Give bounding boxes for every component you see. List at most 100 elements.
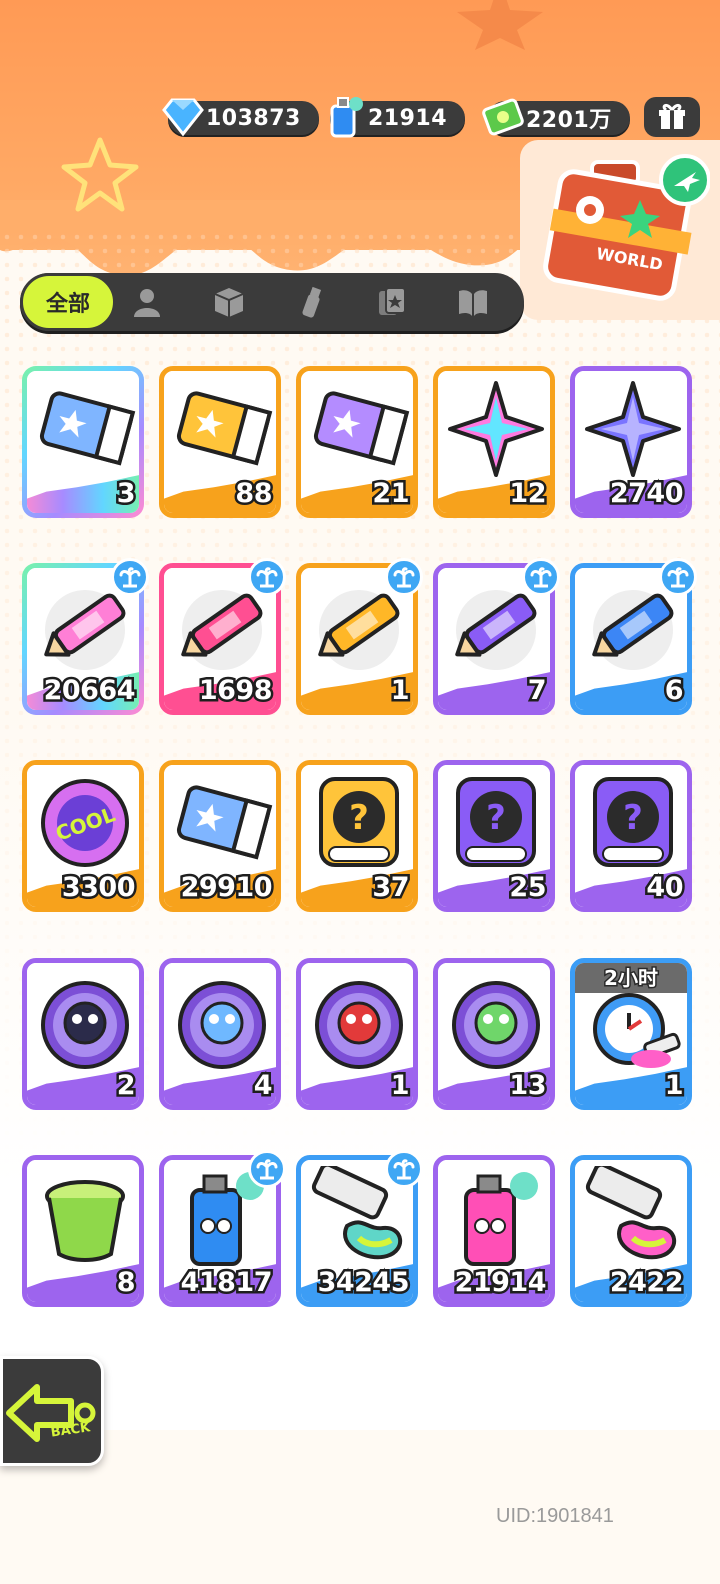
item-count: 1	[388, 1068, 412, 1104]
item-card-rainbow-crayon[interactable]: 20664	[22, 558, 149, 715]
item-card-cool-badge[interactable]: COOL 3300	[22, 760, 144, 912]
item-count: 37	[370, 870, 412, 906]
item-card-purple-star[interactable]: 2740	[570, 366, 692, 518]
star-decoration-icon	[457, 0, 543, 50]
green-jelly-cup-icon	[45, 1180, 125, 1262]
item-card-paint-tube-blue[interactable]: 34245	[296, 1150, 423, 1307]
cards-icon[interactable]	[375, 285, 409, 319]
travel-box-button[interactable]: WORLD	[520, 140, 720, 320]
item-card-gold-deity-mystery-card[interactable]: ? 37	[296, 760, 418, 912]
item-card-purple-deity-mystery-card[interactable]: ? 25	[433, 760, 555, 912]
item-timer: 2小时	[575, 963, 687, 993]
item-count: 1698	[196, 673, 275, 709]
rainbow-deity-ticket-icon	[39, 391, 136, 466]
star-doodle-icon	[61, 137, 139, 212]
back-button[interactable]: BACK	[0, 1356, 104, 1466]
purple-star-icon	[585, 381, 681, 477]
user-id-label: UID:1901841	[496, 1505, 614, 1527]
gift-box-button[interactable]	[644, 97, 700, 137]
piranha-pet-orb-icon	[315, 981, 403, 1069]
category-filter-bar: 全部	[20, 273, 524, 331]
item-count: 2422	[607, 1265, 686, 1301]
palm-tree-badge-icon	[659, 558, 697, 596]
item-card-travel-mystery-card[interactable]: ? 40	[570, 760, 692, 912]
cat-pet-orb-icon	[41, 981, 129, 1069]
world-suitcase-icon: WORLD	[543, 154, 710, 301]
paint-tube-rainbow-icon	[585, 1166, 677, 1260]
palm-tree-badge-icon	[111, 558, 149, 596]
item-card-season-ticket[interactable]: 29910	[159, 760, 281, 912]
item-card-yellow-crayon[interactable]: 1	[296, 558, 423, 715]
item-count: 88	[233, 476, 275, 512]
item-card-sprout-pet-orb[interactable]: 13	[433, 958, 555, 1110]
svg-text:?: ?	[623, 798, 643, 838]
svg-text:?: ?	[349, 798, 369, 838]
currency-gems[interactable]: 103873	[162, 98, 319, 137]
palm-tree-badge-icon	[385, 1150, 423, 1188]
cash-icon	[482, 98, 524, 136]
item-count: 4	[251, 1068, 275, 1104]
svg-text:?: ?	[486, 798, 506, 838]
person-icon[interactable]	[130, 285, 164, 319]
item-count: 3300	[59, 870, 138, 906]
item-card-gold-deity-ticket[interactable]: 88	[159, 366, 281, 518]
cool-badge-icon: COOL	[41, 779, 129, 867]
item-card-green-jelly-cup[interactable]: 8	[22, 1155, 144, 1307]
currency-cash[interactable]: 2201万	[482, 98, 630, 136]
item-card-blue-crayon[interactable]: 6	[570, 558, 697, 715]
item-card-purple-crayon[interactable]: 7	[433, 558, 560, 715]
purple-deity-mystery-card-icon: ?	[456, 777, 536, 867]
rainbow-star-icon	[448, 381, 544, 477]
item-count: 41817	[178, 1265, 275, 1301]
item-count: 1	[388, 673, 412, 709]
spray-icon[interactable]	[295, 285, 329, 319]
gift-box-icon	[659, 103, 685, 129]
item-card-rainbow-deity-ticket[interactable]: 3	[22, 366, 144, 518]
item-card-piranha-pet-orb[interactable]: 1	[296, 958, 418, 1110]
item-count: 20664	[41, 673, 138, 709]
item-count: 7	[525, 673, 549, 709]
currency-spray[interactable]: 21914	[330, 97, 466, 138]
item-count: 2	[114, 1068, 138, 1104]
gold-deity-mystery-card-icon: ?	[319, 777, 399, 867]
item-count: 40	[644, 870, 686, 906]
item-count: 1	[662, 1068, 686, 1104]
item-card-cat-pet-orb[interactable]: 2	[22, 958, 144, 1110]
box-icon[interactable]	[212, 285, 246, 319]
item-card-blue-spray-can[interactable]: 41817	[159, 1150, 286, 1307]
item-card-pink-crayon[interactable]: 1698	[159, 558, 286, 715]
tab-all[interactable]: 全部	[20, 273, 116, 331]
purple-deity-ticket-icon	[313, 391, 410, 466]
back-arrow-icon: BACK	[6, 1384, 96, 1442]
palm-tree-badge-icon	[248, 1150, 286, 1188]
item-card-alarm-clock[interactable]: 2小时 1	[570, 958, 692, 1110]
item-count: 29910	[178, 870, 275, 906]
item-card-fish-pet-orb[interactable]: 4	[159, 958, 281, 1110]
item-count: 13	[507, 1068, 549, 1104]
item-card-paint-tube-rainbow[interactable]: 2422	[570, 1155, 692, 1307]
item-count: 21	[370, 476, 412, 512]
fish-pet-orb-icon	[178, 981, 266, 1069]
item-count: 34245	[315, 1265, 412, 1301]
spray-can-icon	[330, 97, 363, 138]
item-card-rainbow-star[interactable]: 12	[433, 366, 555, 518]
item-card-purple-deity-ticket[interactable]: 21	[296, 366, 418, 518]
gold-deity-ticket-icon	[176, 391, 273, 466]
item-count: 8	[114, 1265, 138, 1301]
sprout-pet-orb-icon	[452, 981, 540, 1069]
pink-spray-can-icon	[464, 1172, 538, 1266]
travel-mystery-card-icon: ?	[593, 777, 673, 867]
item-count: 25	[507, 870, 549, 906]
palm-tree-badge-icon	[248, 558, 286, 596]
item-count: 2740	[607, 476, 686, 512]
palm-tree-badge-icon	[385, 558, 423, 596]
season-ticket-icon	[176, 785, 273, 860]
item-count: 21914	[452, 1265, 549, 1301]
item-count: 12	[507, 476, 549, 512]
item-count: 3	[114, 476, 138, 512]
diamond-icon	[162, 98, 204, 137]
book-icon[interactable]	[456, 285, 490, 319]
item-count: 6	[662, 673, 686, 709]
item-card-pink-spray-can[interactable]: 21914	[433, 1155, 555, 1307]
palm-tree-badge-icon	[522, 558, 560, 596]
